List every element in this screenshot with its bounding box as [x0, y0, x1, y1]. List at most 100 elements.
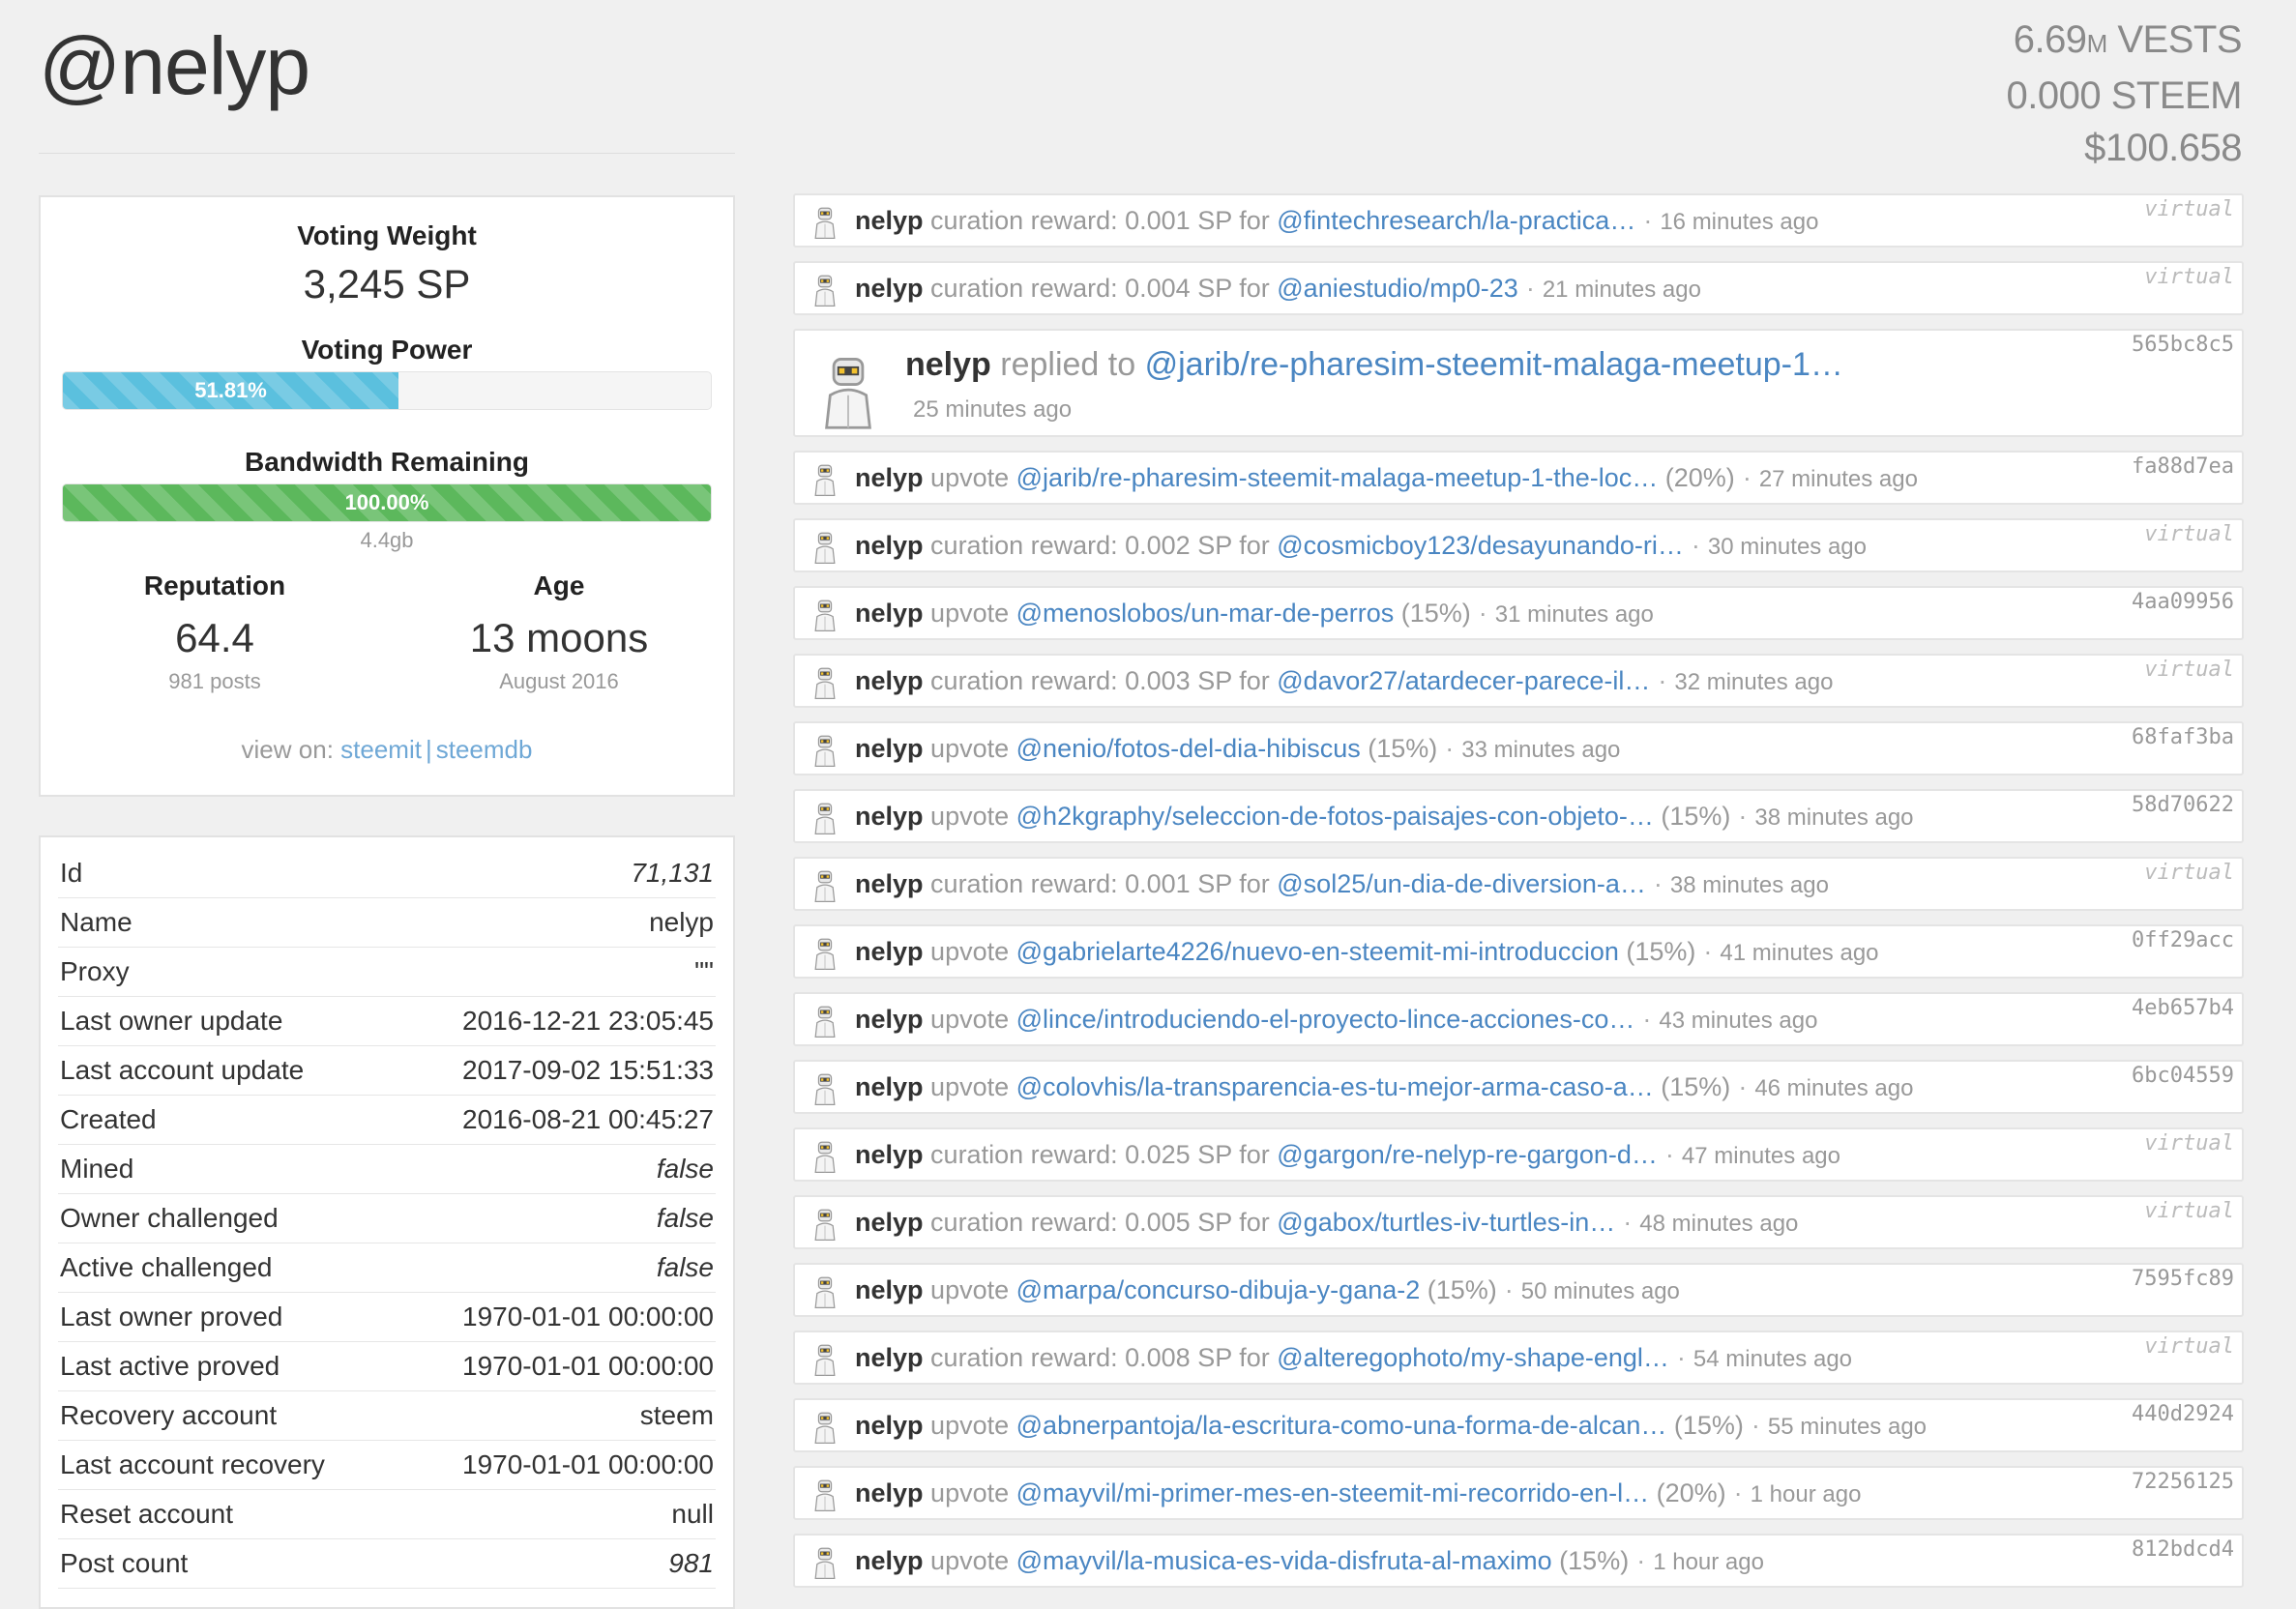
transaction-id[interactable]: 440d2924 — [2132, 1402, 2234, 1426]
feed-post-link[interactable]: @marpa/concurso-dibuja-y-gana-2 — [1016, 1275, 1421, 1304]
user-avatar-icon[interactable] — [809, 1477, 841, 1512]
virtual-badge: virtual — [2144, 861, 2234, 885]
feed-user-link[interactable]: nelyp — [855, 599, 924, 628]
feed-post-link[interactable]: @mayvil/la-musica-es-vida-disfruta-al-ma… — [1016, 1546, 1552, 1575]
feed-post-link[interactable]: @davor27/atardecer-parece-il… — [1277, 666, 1650, 695]
user-avatar-icon[interactable] — [809, 801, 841, 835]
feed-user-link[interactable]: nelyp — [855, 734, 924, 763]
feed-user-link[interactable]: nelyp — [855, 937, 924, 966]
feed-timestamp: 41 minutes ago — [1720, 940, 1879, 966]
property-label: Post count — [60, 1548, 189, 1578]
feed-timestamp: 30 minutes ago — [1707, 534, 1867, 560]
feed-post-link[interactable]: @abnerpantoja/la-escritura-como-una-form… — [1016, 1411, 1667, 1440]
feed-user-link[interactable]: nelyp — [855, 531, 924, 560]
feed-post-link[interactable]: @gabrielarte4226/nuevo-en-steemit-mi-int… — [1016, 937, 1619, 966]
transaction-id[interactable]: 0ff29acc — [2132, 928, 2234, 952]
feed-post-link[interactable]: @sol25/un-dia-de-diversion-a… — [1277, 869, 1646, 898]
feed-post-link[interactable]: @nenio/fotos-del-dia-hibiscus — [1016, 734, 1361, 763]
user-avatar-icon[interactable] — [809, 936, 841, 971]
feed-user-link[interactable]: nelyp — [855, 463, 924, 492]
feed-post-link[interactable]: @h2kgraphy/seleccion-de-fotos-paisajes-c… — [1016, 802, 1654, 831]
feed-post-link[interactable]: @fintechresearch/la-practica… — [1277, 206, 1635, 235]
feed-user-link[interactable]: nelyp — [855, 1072, 924, 1101]
feed-user-link[interactable]: nelyp — [855, 1140, 924, 1169]
transaction-id[interactable]: 58d70622 — [2132, 793, 2234, 817]
transaction-id[interactable]: 812bdcd4 — [2132, 1537, 2234, 1562]
feed-item: nelyp upvote @colovhis/la-transparencia-… — [793, 1060, 2244, 1114]
feed-action: replied to — [1000, 346, 1136, 383]
user-avatar-icon[interactable] — [809, 1274, 841, 1309]
separator-dot: · — [1703, 937, 1713, 966]
link-separator: | — [425, 735, 432, 764]
steemdb-link[interactable]: steemdb — [436, 735, 533, 764]
feed-post-link[interactable]: @aniestudio/mp0-23 — [1277, 274, 1518, 303]
post-count: 981 posts — [168, 669, 261, 693]
feed-post-link[interactable]: @alteregophoto/my-shape-engl… — [1277, 1343, 1669, 1372]
feed-user-link[interactable]: nelyp — [855, 274, 924, 303]
feed-user-link[interactable]: nelyp — [855, 206, 924, 235]
feed-post-link[interactable]: @gargon/re-nelyp-re-gargon-d… — [1277, 1140, 1658, 1169]
feed-post-link[interactable]: @mayvil/mi-primer-mes-en-steemit-mi-reco… — [1016, 1478, 1649, 1507]
user-avatar-icon[interactable] — [809, 1410, 841, 1445]
feed-post-link[interactable]: @menoslobos/un-mar-de-perros — [1016, 599, 1395, 628]
feed-item-text: nelyp upvote @h2kgraphy/seleccion-de-fot… — [855, 802, 1914, 832]
feed-user-link[interactable]: nelyp — [855, 666, 924, 695]
transaction-id[interactable]: 68faf3ba — [2132, 725, 2234, 749]
feed-post-link[interactable]: @colovhis/la-transparencia-es-tu-mejor-a… — [1016, 1072, 1654, 1101]
feed-post-link[interactable]: @cosmicboy123/desayunando-ri… — [1277, 531, 1684, 560]
feed-timestamp: 48 minutes ago — [1639, 1211, 1799, 1237]
user-avatar-icon[interactable] — [809, 462, 841, 497]
feed-item-text: nelyp curation reward: 0.004 SP for @ani… — [855, 274, 1701, 304]
feed-item: nelyp curation reward: 0.002 SP for @cos… — [793, 518, 2244, 572]
property-row: Last owner update 2016-12-21 23:05:45 — [58, 997, 716, 1046]
feed-user-link[interactable]: nelyp — [855, 1208, 924, 1237]
user-avatar-icon[interactable] — [809, 598, 841, 632]
user-avatar-icon[interactable] — [809, 1071, 841, 1106]
separator-dot: · — [1623, 1208, 1633, 1237]
feed-user-link[interactable]: nelyp — [855, 802, 924, 831]
feed-user-link[interactable]: nelyp — [905, 346, 991, 383]
feed-user-link[interactable]: nelyp — [855, 1546, 924, 1575]
user-avatar-icon[interactable] — [809, 868, 841, 903]
user-avatar-icon[interactable] — [809, 1004, 841, 1039]
feed-item: nelyp curation reward: 0.003 SP for @dav… — [793, 654, 2244, 708]
feed-post-link[interactable]: @lince/introduciendo-el-proyecto-lince-a… — [1016, 1005, 1635, 1034]
user-avatar-icon[interactable] — [810, 352, 886, 431]
user-avatar-icon[interactable] — [809, 1139, 841, 1174]
transaction-id[interactable]: 565bc8c5 — [2132, 333, 2234, 357]
account-summary-panel: Voting Weight 3,245 SP Voting Power 51.8… — [39, 195, 735, 797]
transaction-id[interactable]: 4aa09956 — [2132, 590, 2234, 614]
feed-post-link[interactable]: @jarib/re-pharesim-steemit-malaga-meetup… — [1145, 346, 1843, 383]
reputation-block: Reputation 64.4 981 posts — [41, 570, 389, 694]
feed-user-link[interactable]: nelyp — [855, 1275, 924, 1304]
feed-user-link[interactable]: nelyp — [855, 1343, 924, 1372]
feed-item-text: nelyp upvote @mayvil/mi-primer-mes-en-st… — [855, 1478, 1861, 1508]
transaction-id[interactable]: 72256125 — [2132, 1470, 2234, 1494]
user-avatar-icon[interactable] — [809, 530, 841, 565]
feed-item-text: nelyp curation reward: 0.005 SP for @gab… — [855, 1208, 1798, 1238]
user-avatar-icon[interactable] — [809, 1207, 841, 1242]
transaction-id[interactable]: 6bc04559 — [2132, 1064, 2234, 1088]
feed-post-link[interactable]: @jarib/re-pharesim-steemit-malaga-meetup… — [1016, 463, 1659, 492]
feed-user-link[interactable]: nelyp — [855, 1411, 924, 1440]
transaction-id[interactable]: fa88d7ea — [2132, 454, 2234, 479]
user-avatar-icon[interactable] — [809, 1545, 841, 1580]
feed-post-link[interactable]: @gabox/turtles-iv-turtles-in… — [1277, 1208, 1615, 1237]
feed-weight: (15%) — [1400, 599, 1471, 628]
feed-user-link[interactable]: nelyp — [855, 1478, 924, 1507]
steemit-link[interactable]: steemit — [340, 735, 422, 764]
feed-timestamp: 32 minutes ago — [1674, 669, 1834, 695]
transaction-id[interactable]: 4eb657b4 — [2132, 996, 2234, 1020]
user-avatar-icon[interactable] — [809, 273, 841, 307]
user-avatar-icon[interactable] — [809, 665, 841, 700]
separator-dot: · — [1742, 463, 1751, 492]
user-avatar-icon[interactable] — [809, 1342, 841, 1377]
feed-action: upvote — [930, 1072, 1010, 1101]
transaction-id[interactable]: 7595fc89 — [2132, 1267, 2234, 1291]
feed-user-link[interactable]: nelyp — [855, 869, 924, 898]
user-avatar-icon[interactable] — [809, 205, 841, 240]
property-row: Created 2016-08-21 00:45:27 — [58, 1096, 716, 1145]
feed-user-link[interactable]: nelyp — [855, 1005, 924, 1034]
user-avatar-icon[interactable] — [809, 733, 841, 768]
property-value: nelyp — [649, 907, 714, 937]
